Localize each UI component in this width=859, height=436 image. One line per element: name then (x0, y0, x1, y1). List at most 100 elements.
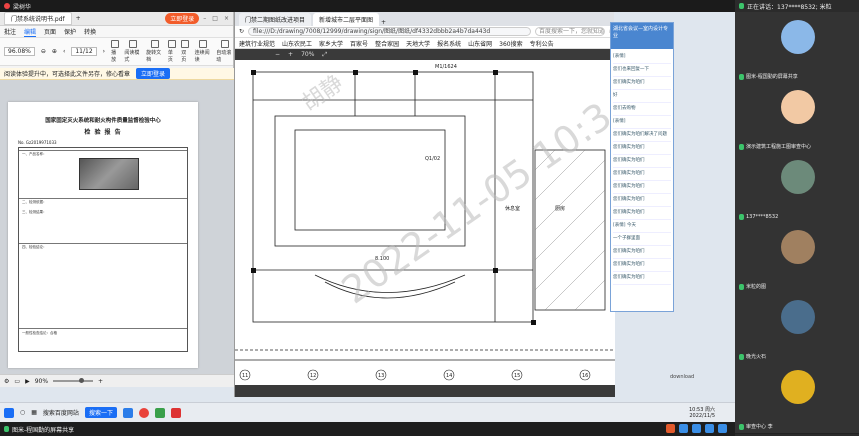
pdf-tool-button[interactable]: 连续阅读 (195, 40, 212, 63)
shared-desktop: 门禁系统说明书.pdf + 立即登录 – □ × 批注 编辑 页面 保护 转换 96.0… (0, 12, 735, 402)
pdf-tool-button[interactable]: 自动滚动 (216, 40, 233, 63)
app-icon[interactable] (666, 424, 675, 433)
chat-message[interactable]: [表情] (613, 51, 671, 64)
participant-tile[interactable]: 图米-程国勤的屏幕共享 (735, 12, 859, 84)
browser-tab[interactable]: 新增城市二层平面图 (313, 13, 380, 26)
bookmark-item[interactable]: 报名系统 (437, 39, 461, 48)
play-icon[interactable]: ▶ (25, 378, 30, 385)
chat-message[interactable]: 您们确实为咱们解决了问题 (613, 129, 671, 142)
mic-icon (739, 73, 744, 80)
chat-message[interactable]: [表情] 今天 (613, 220, 671, 233)
reload-icon[interactable]: ↻ (239, 28, 244, 35)
wps-app-icon[interactable] (170, 407, 181, 418)
zoom-slider[interactable] (53, 378, 94, 383)
cad-zoom-out-icon[interactable]: − (275, 51, 280, 58)
keyboard-icon[interactable] (679, 424, 688, 433)
participant-tile[interactable]: 米粒的图 (735, 222, 859, 294)
pdf-menu-item[interactable]: 页面 (44, 27, 56, 36)
bookmark-item[interactable]: 天地大学 (406, 39, 430, 48)
minimize-icon[interactable]: – (203, 15, 206, 22)
chat-message[interactable]: [表情] (613, 116, 671, 129)
chat-message[interactable]: 您们确实为咱们 (613, 246, 671, 259)
participant-tile[interactable]: 演示建筑工程施工图审查中心 (735, 82, 859, 154)
cad-drawing-area[interactable]: 2022-11-05 10:3 胡静 M1/1624 Q1/02 8.100 厨… (235, 60, 615, 385)
cad-zoom-in-icon[interactable]: + (288, 51, 293, 58)
pdf-tool-button[interactable]: 阅读模式 (124, 40, 141, 63)
chat-message[interactable]: 您们确实为咱们 (613, 259, 671, 272)
pdf-tool-button[interactable]: 双页 (181, 40, 190, 63)
zoom-in-icon[interactable]: ⊕ (52, 48, 57, 55)
settings-icon[interactable]: ⚙ (4, 378, 9, 385)
pdf-menu-item[interactable]: 批注 (4, 27, 16, 36)
zoom-out-icon[interactable]: ⊖ (41, 48, 46, 55)
chat-message[interactable]: 一个子群里面 (613, 233, 671, 246)
taskbar-app-label[interactable]: 搜索百度网站 (43, 408, 79, 417)
browser-tab[interactable]: 门禁二期图纸改进项目 (239, 13, 312, 26)
bookmark-item[interactable]: 整合家园 (375, 39, 399, 48)
tool-label: 连续阅读 (194, 50, 210, 63)
pdf-login-button[interactable]: 立即登录 (165, 13, 200, 24)
bookmark-item[interactable]: 山东农民工 (282, 39, 312, 48)
mic-tray-icon[interactable] (692, 424, 701, 433)
pdf-canvas[interactable]: 国家固定灭火系统和耐火构件质量监督检验中心 检 验 报 告 No. Gz2019… (0, 80, 234, 374)
pdf-tool-button[interactable]: 单页 (168, 40, 177, 63)
browser-app-icon[interactable] (122, 407, 133, 418)
status-zoom: 90% (34, 377, 49, 385)
axis-label: 14 (446, 373, 452, 379)
chat-message[interactable]: 好 (613, 90, 671, 103)
participant-tile[interactable]: 137****8532 (735, 152, 859, 224)
pdf-menu-item[interactable]: 保护 (64, 27, 76, 36)
new-tab-icon[interactable]: + (76, 15, 81, 22)
search-icon[interactable]: ○ (20, 409, 25, 416)
url-input[interactable]: file:///D:/drawing/7008/12999/drawing/si… (248, 27, 531, 36)
page-indicator[interactable]: 11/12 (71, 47, 97, 56)
chat-message[interactable]: 您们确实为咱们 (613, 155, 671, 168)
chat-message[interactable]: 您们确实为咱们 (613, 168, 671, 181)
notice-login-button[interactable]: 立即登录 (136, 68, 171, 79)
search-input[interactable]: 百度搜索一下，您就知道 (534, 27, 605, 36)
bookmark-item[interactable]: 360搜索 (499, 39, 522, 48)
participant-tile[interactable]: 审查中心 李 (735, 362, 859, 434)
cad-fit-icon[interactable]: ⤢ (322, 51, 327, 59)
start-icon[interactable] (4, 407, 14, 418)
chat-message[interactable]: 您们去购物 (613, 103, 671, 116)
chat-message[interactable]: 您们确实为咱们 (613, 194, 671, 207)
bookmark-item[interactable]: 山东省网 (468, 39, 492, 48)
prev-page-icon[interactable]: ‹ (63, 48, 65, 55)
bookmark-item[interactable]: 家乡大学 (319, 39, 343, 48)
chat-message[interactable]: 您们确实为咱们 (613, 207, 671, 220)
chat-message[interactable]: 您们确实为咱们 (613, 181, 671, 194)
zoom-plus-icon[interactable]: + (98, 378, 103, 385)
taskbar-search-button[interactable]: 搜索一下 (84, 407, 117, 418)
chat-message[interactable]: 您们也来回复一下 (613, 64, 671, 77)
next-page-icon[interactable]: › (103, 48, 105, 55)
participant-tile[interactable]: 晚光火石 (735, 292, 859, 364)
pdf-document-tab[interactable]: 门禁系统说明书.pdf (4, 12, 72, 25)
pdf-toolbar: 96.08% ⊖ ⊕ ‹ 11/12 › 播放 阅读模式 旋转文档 单页 双页 连续阅读自… (0, 38, 233, 66)
zoom-knob[interactable] (78, 378, 84, 383)
bookmark-item[interactable]: 百家号 (350, 39, 368, 48)
task-view-icon[interactable]: ▦ (31, 409, 37, 416)
chat-message[interactable]: 您们确实为咱们 (613, 142, 671, 155)
maximize-icon[interactable]: □ (212, 15, 218, 22)
new-tab-icon[interactable]: + (381, 19, 386, 26)
fit-page-icon[interactable]: ▭ (14, 378, 20, 385)
screen-tray-icon[interactable] (705, 424, 714, 433)
pdf-tool-button[interactable]: 播放 (111, 40, 120, 63)
zoom-input[interactable]: 96.08% (4, 47, 35, 56)
bookmark-item[interactable]: 建筑行业规范 (239, 39, 275, 48)
pdf-menu-item[interactable]: 编辑 (24, 27, 37, 37)
chat-message[interactable]: 您们确实为咱们 (613, 77, 671, 90)
chat-message[interactable]: 您们确实为咱们 (613, 272, 671, 285)
close-icon[interactable]: × (224, 15, 229, 22)
chrome-app-icon[interactable] (138, 407, 149, 418)
pdf-menu-item[interactable]: 转换 (84, 27, 96, 36)
avatar (781, 160, 815, 194)
shield-app-icon[interactable] (154, 407, 165, 418)
bookmark-item[interactable]: 专利公告 (530, 39, 554, 48)
pdf-tool-button[interactable]: 旋转文档 (146, 40, 163, 63)
settings-tray-icon[interactable] (718, 424, 727, 433)
chat-message-list[interactable]: [表情] 您们也来回复一下 您们确实为咱们好您们去购物 [表情] 您们确实为咱们解决了问… (611, 49, 673, 287)
taskbar-clock[interactable]: 10:53 周六 2022/11/5 (689, 407, 735, 419)
tool-label: 双页 (181, 50, 187, 63)
